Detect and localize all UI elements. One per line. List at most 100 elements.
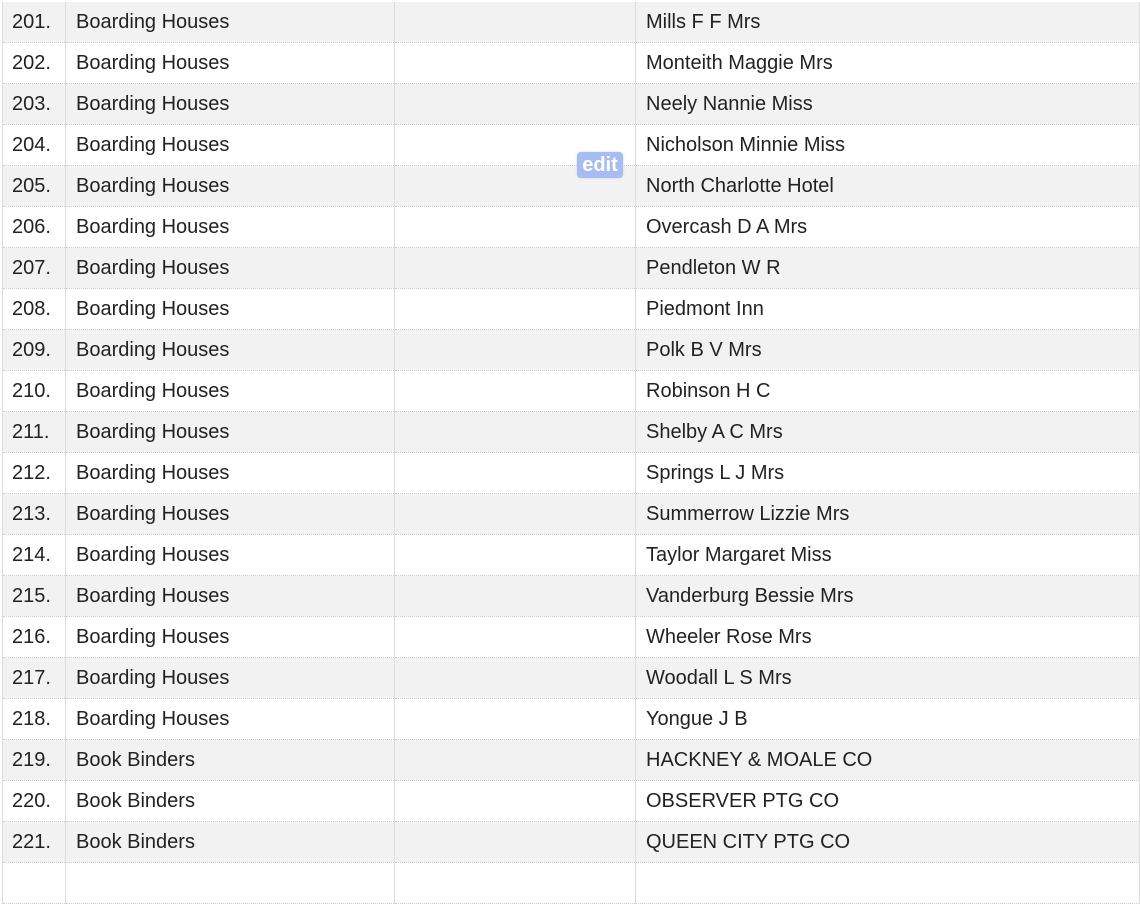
name-cell: Summerrow Lizzie Mrs [635, 493, 1140, 535]
empty-cell [394, 821, 636, 863]
category-cell: Boarding Houses [65, 452, 395, 494]
name-cell [635, 862, 1140, 904]
category-cell: Boarding Houses [65, 534, 395, 576]
empty-cell [394, 739, 636, 781]
category-cell: Boarding Houses [65, 411, 395, 453]
table-row[interactable]: 217. Boarding Houses Woodall L S Mrs [2, 657, 1140, 699]
table-row[interactable] [2, 862, 1140, 904]
category-cell: Boarding Houses [65, 2, 395, 43]
category-cell: Boarding Houses [65, 575, 395, 617]
row-number: 207. [2, 247, 66, 289]
row-number: 213. [2, 493, 66, 535]
empty-cell [394, 329, 636, 371]
name-cell: North Charlotte Hotel [635, 165, 1140, 207]
category-cell: Boarding Houses [65, 493, 395, 535]
table-row[interactable]: 207. Boarding Houses Pendleton W R [2, 247, 1140, 289]
category-cell: Boarding Houses [65, 83, 395, 125]
empty-cell [394, 575, 636, 617]
name-cell: Vanderburg Bessie Mrs [635, 575, 1140, 617]
empty-cell [394, 83, 636, 125]
table-row[interactable]: 219. Book Binders HACKNEY & MOALE CO [2, 739, 1140, 781]
table-row[interactable]: 210. Boarding Houses Robinson H C [2, 370, 1140, 412]
category-cell: Boarding Houses [65, 616, 395, 658]
category-cell: Boarding Houses [65, 329, 395, 371]
table-row[interactable]: 206. Boarding Houses Overcash D A Mrs [2, 206, 1140, 248]
table-row[interactable]: 214. Boarding Houses Taylor Margaret Miss [2, 534, 1140, 576]
empty-cell [394, 370, 636, 412]
empty-cell [394, 247, 636, 289]
category-cell: Boarding Houses [65, 165, 395, 207]
empty-cell [394, 288, 636, 330]
row-number: 221. [2, 821, 66, 863]
table-row[interactable]: 211. Boarding Houses Shelby A C Mrs [2, 411, 1140, 453]
name-cell: Nicholson Minnie Miss [635, 124, 1140, 166]
row-number: 214. [2, 534, 66, 576]
row-number: 212. [2, 452, 66, 494]
name-cell: Springs L J Mrs [635, 452, 1140, 494]
empty-cell [394, 452, 636, 494]
empty-cell [394, 698, 636, 740]
table-row[interactable]: 201. Boarding Houses Mills F F Mrs [2, 2, 1140, 43]
name-cell: HACKNEY & MOALE CO [635, 739, 1140, 781]
table-row[interactable]: 218. Boarding Houses Yongue J B [2, 698, 1140, 740]
table-row[interactable]: 204. Boarding Houses Nicholson Minnie Miss [2, 124, 1140, 166]
row-number: 219. [2, 739, 66, 781]
table-row[interactable]: 209. Boarding Houses Polk B V Mrs [2, 329, 1140, 371]
table-row[interactable]: 212. Boarding Houses Springs L J Mrs [2, 452, 1140, 494]
category-cell: Boarding Houses [65, 206, 395, 248]
directory-table: 201. Boarding Houses Mills F F Mrs 202. Boar… [2, 2, 1140, 904]
category-cell: Boarding Houses [65, 124, 395, 166]
category-cell: Boarding Houses [65, 42, 395, 84]
row-number: 205. [2, 165, 66, 207]
name-cell: Overcash D A Mrs [635, 206, 1140, 248]
category-cell: Book Binders [65, 780, 395, 822]
row-number: 220. [2, 780, 66, 822]
category-cell [65, 862, 395, 904]
empty-cell [394, 42, 636, 84]
row-number: 216. [2, 616, 66, 658]
row-number: 206. [2, 206, 66, 248]
table-row[interactable]: 203. Boarding Houses Neely Nannie Miss [2, 83, 1140, 125]
empty-cell [394, 534, 636, 576]
category-cell: Boarding Houses [65, 657, 395, 699]
category-cell: Book Binders [65, 821, 395, 863]
row-number: 208. [2, 288, 66, 330]
table-row[interactable]: 213. Boarding Houses Summerrow Lizzie Mrs [2, 493, 1140, 535]
table-row[interactable]: 215. Boarding Houses Vanderburg Bessie Mrs [2, 575, 1140, 617]
empty-cell [394, 411, 636, 453]
name-cell: Yongue J B [635, 698, 1140, 740]
table-row[interactable]: 216. Boarding Houses Wheeler Rose Mrs [2, 616, 1140, 658]
table-row[interactable]: 220. Book Binders OBSERVER PTG CO [2, 780, 1140, 822]
empty-cell [394, 657, 636, 699]
name-cell: QUEEN CITY PTG CO [635, 821, 1140, 863]
row-number [2, 862, 66, 904]
empty-cell [394, 2, 636, 43]
edit-button[interactable]: edit [577, 152, 623, 178]
name-cell: Robinson H C [635, 370, 1140, 412]
row-number: 218. [2, 698, 66, 740]
empty-cell [394, 616, 636, 658]
row-number: 210. [2, 370, 66, 412]
empty-cell [394, 780, 636, 822]
table-row[interactable]: 221. Book Binders QUEEN CITY PTG CO [2, 821, 1140, 863]
category-cell: Boarding Houses [65, 247, 395, 289]
row-number: 203. [2, 83, 66, 125]
row-number: 204. [2, 124, 66, 166]
name-cell: Neely Nannie Miss [635, 83, 1140, 125]
table-row[interactable]: 202. Boarding Houses Monteith Maggie Mrs [2, 42, 1140, 84]
row-number: 201. [2, 2, 66, 43]
row-number: 215. [2, 575, 66, 617]
name-cell: Wheeler Rose Mrs [635, 616, 1140, 658]
row-number: 217. [2, 657, 66, 699]
name-cell: Taylor Margaret Miss [635, 534, 1140, 576]
table-row[interactable]: 208. Boarding Houses Piedmont Inn [2, 288, 1140, 330]
name-cell: Woodall L S Mrs [635, 657, 1140, 699]
row-number: 202. [2, 42, 66, 84]
name-cell: Monteith Maggie Mrs [635, 42, 1140, 84]
row-number: 209. [2, 329, 66, 371]
category-cell: Book Binders [65, 739, 395, 781]
name-cell: Mills F F Mrs [635, 2, 1140, 43]
row-number: 211. [2, 411, 66, 453]
name-cell: Piedmont Inn [635, 288, 1140, 330]
table-row[interactable]: 205. Boarding Houses North Charlotte Hotel [2, 165, 1140, 207]
